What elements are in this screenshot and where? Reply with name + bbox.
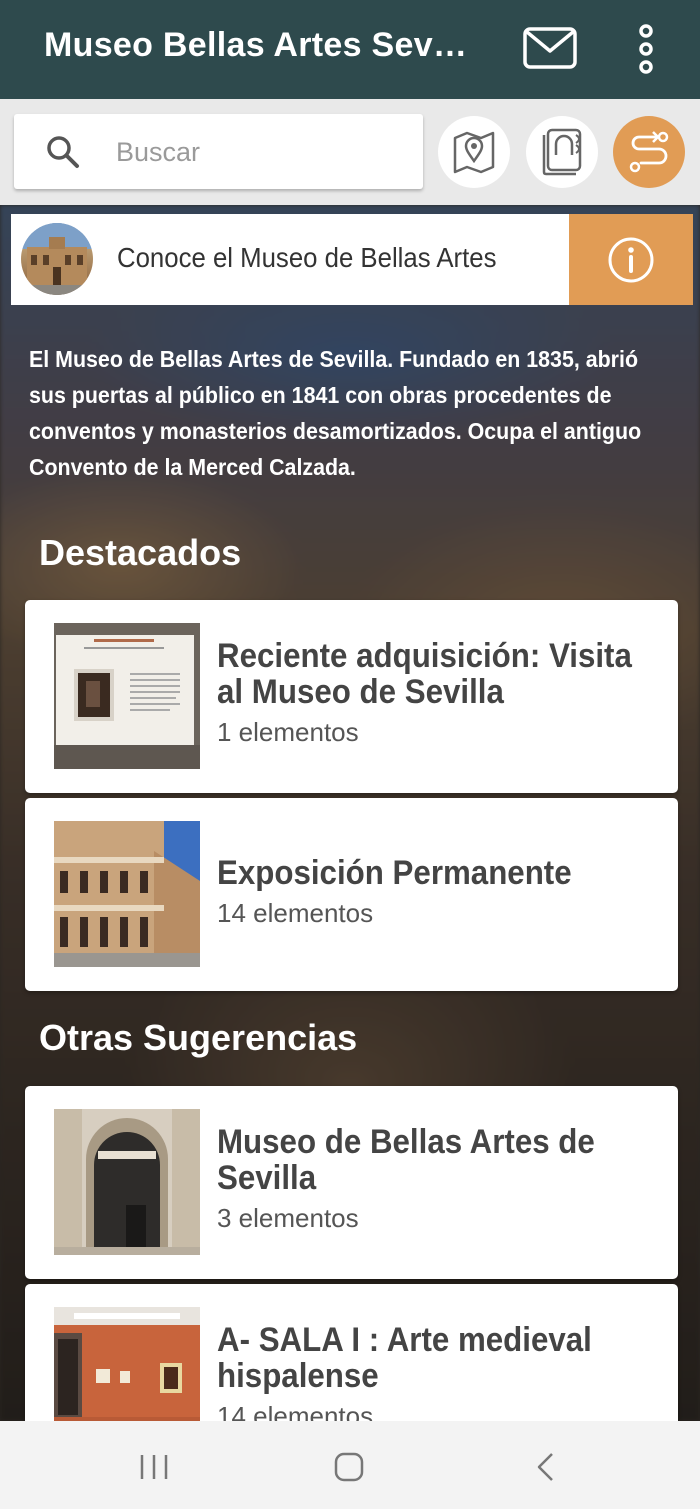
map-button[interactable]	[438, 116, 510, 188]
map-icon	[453, 131, 495, 174]
search-box[interactable]	[14, 114, 423, 189]
info-button[interactable]	[569, 214, 693, 305]
back-icon[interactable]	[534, 1451, 558, 1488]
museum-description: El Museo de Bellas Artes de Sevilla. Fun…	[29, 346, 642, 480]
card-thumbnail	[54, 821, 200, 967]
route-icon	[629, 131, 669, 173]
system-nav-bar	[0, 1421, 700, 1509]
home-icon[interactable]	[333, 1451, 365, 1488]
app-title: Museo Bellas Artes Sevilla	[44, 26, 474, 64]
museum-thumbnail	[21, 223, 93, 295]
mail-icon[interactable]	[522, 26, 578, 72]
section-title-featured: Destacados	[39, 532, 242, 573]
route-button[interactable]	[613, 116, 685, 188]
search-row	[0, 99, 700, 205]
guide-book-icon	[542, 128, 582, 176]
app-bar: Museo Bellas Artes Sevilla	[0, 0, 700, 99]
section-title-others: Otras Sugerencias	[39, 1017, 358, 1058]
info-icon	[608, 237, 654, 282]
card-thumbnail	[54, 1307, 200, 1421]
about-museum-banner[interactable]: Conoce el Museo de Bellas Artes	[11, 214, 693, 305]
suggestion-card[interactable]: Museo de Bellas Artes de Sevilla 3 eleme…	[25, 1086, 678, 1279]
recent-apps-icon[interactable]	[138, 1453, 170, 1486]
card-title: Museo de Bellas Artes de Sevilla	[217, 1123, 595, 1197]
card-title: Reciente adquisición: Visita al Museo de…	[217, 637, 632, 711]
card-title: Exposición Permanente	[217, 854, 572, 892]
banner-label: Conoce el Museo de Bellas Artes	[117, 242, 497, 273]
search-icon	[46, 135, 80, 169]
suggestion-card[interactable]: A- SALA I : Arte medieval hispalense 14 …	[25, 1284, 678, 1421]
card-count: 14 elementos	[217, 898, 374, 928]
card-thumbnail	[54, 1109, 200, 1255]
card-count: 1 elementos	[217, 717, 359, 747]
card-title: A- SALA I : Arte medieval hispalense	[217, 1321, 592, 1395]
card-count: 3 elementos	[217, 1203, 359, 1233]
more-vertical-icon[interactable]	[628, 22, 664, 78]
featured-card[interactable]: Exposición Permanente 14 elementos	[25, 798, 678, 991]
featured-card[interactable]: Reciente adquisición: Visita al Museo de…	[25, 600, 678, 793]
search-input[interactable]	[114, 132, 408, 172]
guide-book-button[interactable]	[526, 116, 598, 188]
card-thumbnail	[54, 623, 200, 769]
card-count: 14 elementos	[217, 1401, 374, 1421]
